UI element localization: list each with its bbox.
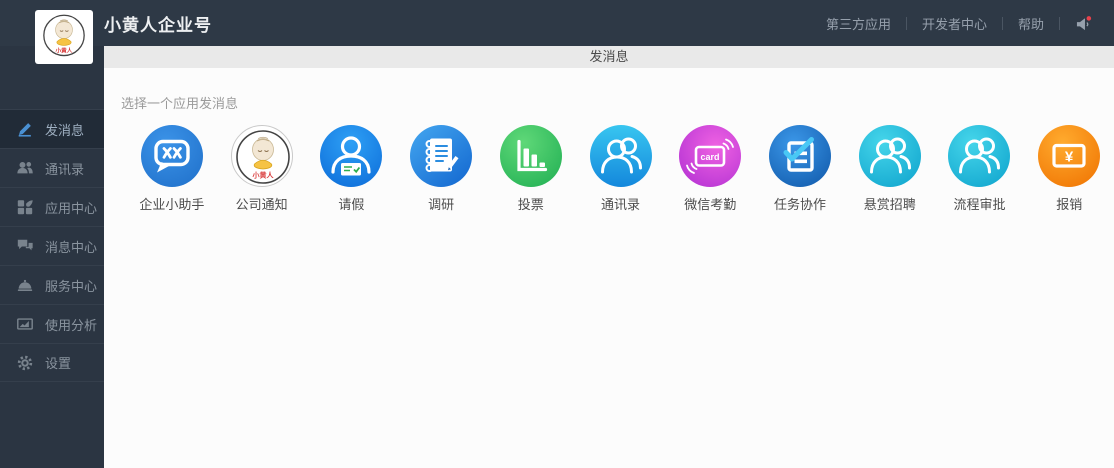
sidebar-item-send-message[interactable]: 发消息 (0, 109, 104, 148)
app-label: 请假 (338, 197, 365, 212)
app-item-wechat-attendance[interactable]: card 微信考勤 (665, 125, 755, 213)
sidebar-item-label: 通讯录 (45, 161, 85, 177)
app-item-vote[interactable]: 投票 (486, 125, 576, 213)
subheader-title: 发消息 (589, 49, 629, 64)
bar-chart-icon (499, 125, 562, 187)
minion-avatar-icon: 小黄人 (230, 125, 293, 187)
svg-text:card: card (701, 152, 720, 162)
nav-third-party-apps[interactable]: 第三方应用 (811, 14, 906, 33)
service-center-icon (16, 276, 34, 294)
nav-help[interactable]: 帮助 (1003, 14, 1059, 33)
people-icon (948, 125, 1011, 187)
sidebar-item-label: 消息中心 (45, 239, 98, 255)
app-label: 任务协作 (774, 197, 827, 212)
app-window: 小黄人企业号 第三方应用 开发者中心 帮助 小黄人 发消息 通讯录 应用中心 消… (0, 0, 1114, 468)
company-logo[interactable]: 小黄人 (35, 10, 93, 64)
app-label: 流程审批 (953, 197, 1006, 212)
sidebar-item-label: 设置 (45, 356, 72, 371)
minion-logo-icon: 小黄人 (43, 14, 85, 57)
app-label: 微信考勤 (684, 197, 737, 212)
sidebar-item-label: 发消息 (45, 122, 85, 138)
sidebar-item-label: 使用分析 (45, 317, 98, 333)
sidebar-item-contacts[interactable]: 通讯录 (0, 148, 104, 187)
page-title: 小黄人企业号 (104, 15, 212, 35)
person-card-icon (320, 125, 383, 187)
app-item-expense[interactable]: ¥ 报销 (1024, 125, 1114, 213)
sidebar-item-settings[interactable]: 设置 (0, 343, 104, 382)
chat-xx-icon (140, 125, 203, 187)
app-item-survey[interactable]: 调研 (396, 125, 486, 213)
app-label: 报销 (1056, 197, 1083, 212)
content-subheader: 发消息 (104, 46, 1114, 68)
top-header: 小黄人企业号 第三方应用 开发者中心 帮助 (0, 0, 1114, 46)
sidebar-item-message-center[interactable]: 消息中心 (0, 226, 104, 265)
people-icon (858, 125, 921, 187)
app-item-leave-request[interactable]: 请假 (306, 125, 396, 213)
nav-developer-center[interactable]: 开发者中心 (907, 14, 1002, 33)
app-label: 通讯录 (601, 197, 641, 212)
sidebar-item-app-center[interactable]: 应用中心 (0, 187, 104, 226)
app-label: 企业小助手 (139, 197, 205, 212)
sidebar-item-label: 服务中心 (45, 278, 98, 294)
yuan-card-icon: ¥ (1038, 125, 1101, 187)
sidebar: 发消息 通讯录 应用中心 消息中心 服务中心 使用分析 设置 (0, 46, 104, 468)
sidebar-menu: 发消息 通讯录 应用中心 消息中心 服务中心 使用分析 设置 (0, 109, 104, 382)
sidebar-item-service-center[interactable]: 服务中心 (0, 265, 104, 304)
app-item-task-collaboration[interactable]: 任务协作 (755, 125, 845, 213)
contacts-icon (16, 159, 34, 177)
app-grid: 企业小助手 小黄人 公司通知 请假 调研 投票 通讯录 card 微信考勤 任务… (127, 125, 1114, 213)
sidebar-item-label: 应用中心 (45, 200, 98, 216)
message-center-icon (16, 237, 34, 255)
analytics-icon (16, 315, 34, 333)
compose-icon (16, 120, 34, 138)
notebook-pencil-icon (410, 125, 473, 187)
app-label: 投票 (517, 197, 544, 212)
app-label: 悬赏招聘 (863, 197, 916, 212)
svg-text:小黄人: 小黄人 (251, 171, 274, 180)
card-icon: card (679, 125, 742, 187)
settings-icon (16, 354, 34, 372)
choose-app-prompt: 选择一个应用发消息 (121, 96, 239, 111)
main-content: 发消息 选择一个应用发消息 企业小助手 小黄人 公司通知 请假 调研 投票 通讯… (104, 46, 1114, 468)
app-label: 公司通知 (235, 197, 288, 212)
app-item-contacts[interactable]: 通讯录 (576, 125, 666, 213)
svg-text:小黄人: 小黄人 (55, 46, 73, 54)
app-item-company-notice[interactable]: 小黄人 公司通知 (217, 125, 307, 213)
megaphone-icon[interactable] (1060, 15, 1098, 32)
task-check-icon (769, 125, 831, 187)
app-label: 调研 (428, 197, 455, 212)
app-item-process-approval[interactable]: 流程审批 (935, 125, 1025, 213)
people-icon (589, 125, 652, 187)
app-item-enterprise-assistant[interactable]: 企业小助手 (127, 125, 217, 213)
app-center-icon (16, 198, 34, 216)
header-nav: 第三方应用 开发者中心 帮助 (811, 14, 1114, 33)
sidebar-item-usage-analytics[interactable]: 使用分析 (0, 304, 104, 343)
svg-text:¥: ¥ (1065, 149, 1074, 166)
app-item-reward-recruiting[interactable]: 悬赏招聘 (845, 125, 935, 213)
